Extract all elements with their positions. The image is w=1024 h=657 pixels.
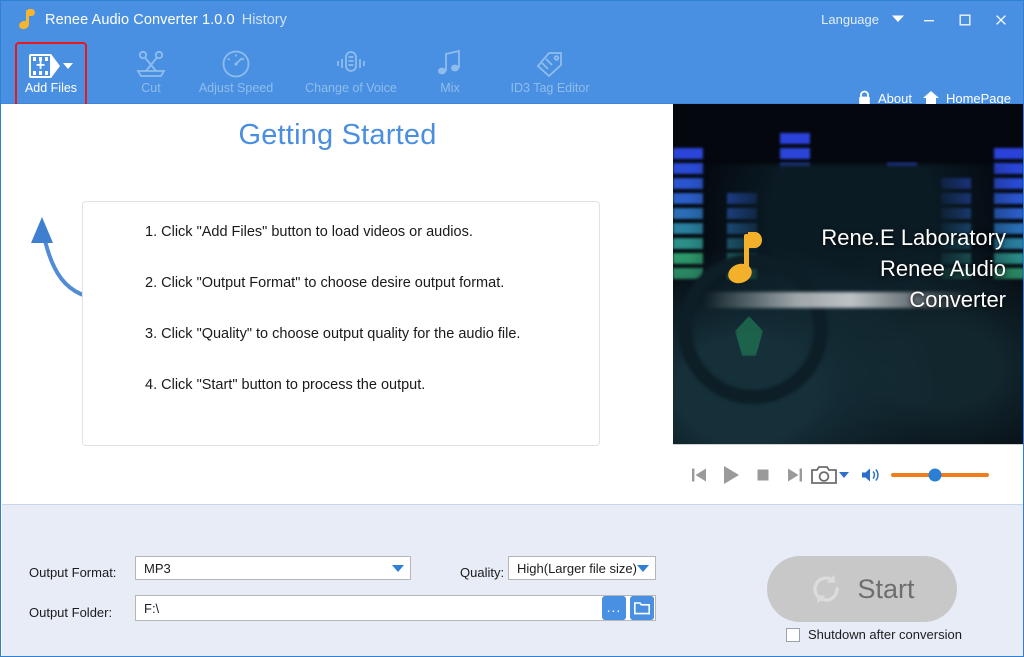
player-controls-bar [673, 444, 1024, 504]
main-toolbar: + Add Files Cut [1, 38, 1023, 104]
toolbar-item-change-of-voice[interactable]: Change of Voice [301, 42, 401, 100]
volume-slider-thumb[interactable] [929, 468, 942, 481]
title-bar: Renee Audio Converter 1.0.0 History Lang… [1, 1, 1023, 38]
instruction-step: 4. Click "Start" button to process the o… [145, 377, 599, 393]
shutdown-checkbox-label: Shutdown after conversion [808, 627, 962, 642]
volume-slider[interactable] [891, 473, 989, 477]
toolbar-item-label: Add Files [25, 82, 77, 95]
browse-folder-button[interactable]: ... [602, 596, 626, 620]
language-menu-label[interactable]: Language [815, 12, 885, 27]
play-button[interactable] [715, 458, 747, 492]
output-folder-label: Output Folder: [29, 605, 112, 620]
output-format-label: Output Format: [29, 565, 116, 580]
chevron-down-icon[interactable] [885, 14, 911, 26]
toolbar-item-label: Mix [440, 82, 459, 95]
scissors-icon [134, 47, 168, 79]
history-link[interactable]: History [242, 12, 287, 28]
quality-value: High(Larger file size) [517, 561, 637, 576]
start-button-label: Start [857, 574, 914, 605]
brand-line-2: Renee Audio [821, 253, 1006, 284]
output-format-select[interactable]: MP3 [135, 556, 411, 580]
page-title: Getting Started [2, 119, 673, 152]
toolbar-item-label: Adjust Speed [199, 82, 273, 95]
next-button[interactable] [779, 458, 811, 492]
previous-button[interactable] [683, 458, 715, 492]
maximize-button[interactable] [947, 1, 983, 38]
toolbar-item-adjust-speed[interactable]: Adjust Speed [186, 42, 286, 100]
instruction-step: 1. Click "Add Files" button to load vide… [145, 224, 599, 240]
conversion-settings-panel: Output Format: MP3 Quality: High(Larger … [2, 504, 1023, 656]
start-button[interactable]: Start [767, 556, 957, 622]
chevron-down-icon[interactable] [392, 565, 404, 572]
preview-artwork-panel: Rene.E Laboratory Renee Audio Converter [673, 104, 1024, 444]
close-button[interactable] [983, 1, 1019, 38]
music-note-icon [718, 232, 766, 292]
shutdown-after-conversion-option[interactable]: Shutdown after conversion [786, 627, 962, 642]
toolbar-item-label: Cut [141, 82, 160, 95]
application-window: Renee Audio Converter 1.0.0 History Lang… [0, 0, 1024, 657]
instruction-step: 3. Click "Quality" to choose output qual… [145, 326, 599, 342]
stop-button[interactable] [747, 458, 779, 492]
speedometer-icon [221, 47, 251, 79]
window-controls: Language [815, 1, 1019, 38]
instructions-box: 1. Click "Add Files" button to load vide… [82, 201, 600, 446]
app-title: Renee Audio Converter 1.0.0 [45, 12, 235, 28]
chevron-down-icon[interactable] [637, 565, 649, 572]
preview-brand-text: Rene.E Laboratory Renee Audio Converter [821, 222, 1006, 316]
folder-icon [634, 601, 650, 615]
brand-line-1: Rene.E Laboratory [821, 222, 1006, 253]
quality-select[interactable]: High(Larger file size) [508, 556, 656, 580]
minimize-button[interactable] [911, 1, 947, 38]
toolbar-item-mix[interactable]: Mix [400, 42, 500, 100]
tag-icon [534, 47, 566, 79]
camera-icon [811, 465, 837, 485]
toolbar-item-add-files[interactable]: + Add Files [1, 42, 101, 100]
toolbar-item-id3-tag-editor[interactable]: ID3 Tag Editor [500, 42, 600, 100]
getting-started-pane: Getting Started 1. Click "Add Files" but… [2, 104, 673, 504]
music-mix-icon [434, 47, 466, 79]
toolbar-item-label: ID3 Tag Editor [511, 82, 590, 95]
output-folder-value: F:\ [144, 601, 159, 616]
chevron-down-icon[interactable] [839, 472, 849, 478]
output-folder-input[interactable]: F:\ [135, 595, 656, 621]
output-format-value: MP3 [144, 561, 392, 576]
microphone-icon [333, 47, 369, 79]
refresh-icon [809, 572, 843, 606]
instruction-step: 2. Click "Output Format" to choose desir… [145, 275, 599, 291]
toolbar-item-label: Change of Voice [305, 82, 397, 95]
open-folder-button[interactable] [630, 596, 654, 620]
snapshot-button[interactable] [811, 458, 849, 492]
volume-icon [861, 467, 881, 483]
volume-control[interactable] [861, 467, 989, 483]
add-files-icon: + [29, 47, 73, 79]
quality-label: Quality: [460, 565, 504, 580]
shutdown-checkbox[interactable] [786, 628, 800, 642]
brand-line-3: Converter [821, 284, 1006, 315]
music-note-icon [15, 9, 35, 31]
